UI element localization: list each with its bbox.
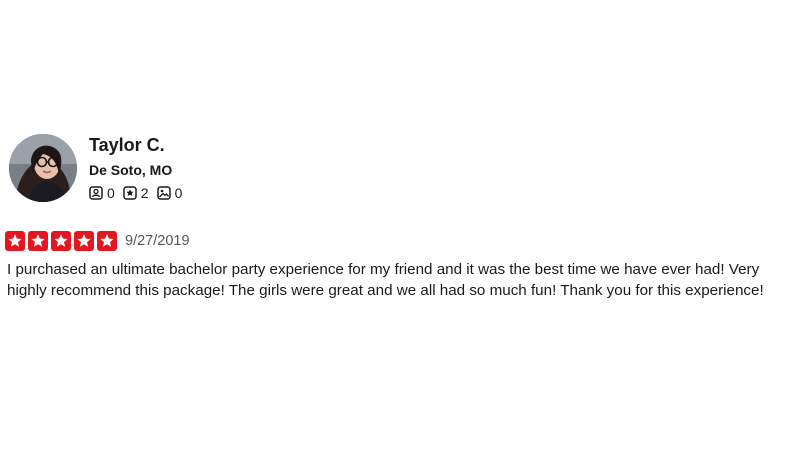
avatar[interactable] bbox=[9, 134, 77, 202]
user-stats: 0 2 0 bbox=[89, 185, 190, 201]
user-location: De Soto, MO bbox=[89, 162, 173, 178]
avatar-photo bbox=[9, 134, 77, 202]
star-icon bbox=[31, 234, 45, 247]
star-1 bbox=[5, 231, 25, 251]
photos-count: 0 bbox=[174, 185, 183, 201]
star-icon bbox=[100, 234, 114, 247]
review-date: 9/27/2019 bbox=[125, 233, 190, 249]
reviews-count: 2 bbox=[140, 185, 149, 201]
reviews-stat: 2 bbox=[123, 185, 149, 201]
star-3 bbox=[51, 231, 71, 251]
review-card: Taylor C. De Soto, MO 0 2 0 9/27/2019 I … bbox=[0, 0, 800, 450]
review-text: I purchased an ultimate bachelor party e… bbox=[7, 261, 764, 299]
star-4 bbox=[74, 231, 94, 251]
star-icon bbox=[77, 234, 91, 247]
friends-icon bbox=[89, 186, 103, 200]
friends-stat: 0 bbox=[89, 185, 115, 201]
user-name[interactable]: Taylor C. bbox=[89, 135, 165, 156]
photos-stat: 0 bbox=[156, 185, 183, 201]
star-review-icon bbox=[123, 186, 137, 200]
rating-row: 9/27/2019 bbox=[5, 231, 190, 251]
friends-count: 0 bbox=[107, 185, 115, 201]
star-5 bbox=[97, 231, 117, 251]
star-icon bbox=[54, 234, 68, 247]
star-2 bbox=[28, 231, 48, 251]
star-icon bbox=[8, 234, 22, 247]
photo-icon bbox=[156, 186, 171, 200]
star-rating bbox=[5, 231, 120, 251]
